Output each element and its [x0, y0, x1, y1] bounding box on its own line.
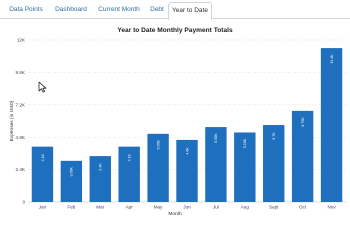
- x-tick-label: Aug: [241, 205, 250, 210]
- bar-data-label: 4.6K: [185, 147, 189, 155]
- x-tick-label: Jun: [183, 205, 191, 210]
- bar-feb[interactable]: [60, 160, 83, 202]
- bar-data-label: 3.05K: [70, 167, 74, 177]
- bar-data-label: 5.05K: [156, 140, 160, 150]
- bar-data-label: 6.75K: [301, 117, 305, 127]
- x-tick-label: Jul: [213, 205, 219, 210]
- y-tick-label: 2.4K: [16, 167, 26, 172]
- x-tick-label: Jan: [39, 205, 47, 210]
- y-tick-label: 12K: [17, 38, 26, 43]
- bar-data-label: 4.1K: [41, 153, 45, 161]
- x-axis-label: Month: [168, 211, 182, 217]
- bar-data-label: 5.55K: [214, 133, 218, 143]
- x-tick-label: Apr: [126, 205, 134, 210]
- y-axis-ticks: 0 2.4K 4.8K 7.2K 9.6K 12K: [16, 38, 26, 205]
- bar-data-label: 5.15K: [243, 138, 247, 148]
- bar-data-label: 3.4K: [99, 163, 103, 171]
- x-tick-label: Oct: [299, 205, 307, 210]
- payment-bar-chart: Year to Date Monthly Payment Totals 0 2.4…: [9, 27, 346, 217]
- bar-data-label: 5.7K: [272, 132, 276, 140]
- y-tick-label: 9.6K: [16, 70, 26, 75]
- bar-data-label: 4.1K: [127, 153, 131, 161]
- chart-title: Year to Date Monthly Payment Totals: [117, 27, 233, 34]
- x-tick-label: May: [154, 205, 163, 210]
- mouse-pointer-icon: [38, 81, 47, 93]
- bar-nov[interactable]: [320, 48, 343, 202]
- y-tick-label: 4.8K: [16, 135, 26, 140]
- x-tick-label: Nov: [327, 205, 336, 210]
- y-tick-label: 7.2K: [16, 102, 26, 107]
- bar-mar[interactable]: [89, 156, 111, 202]
- bars: 4.1K 3.05K 3.4K 4.1K 5.05K 4.6K 5.55K 5.15K 5.7K…: [31, 48, 343, 202]
- x-tick-label: Sept: [269, 205, 279, 210]
- bar-data-label: 11.4K: [330, 54, 334, 64]
- x-axis-ticks: Jan Feb Mar Apr May Jun Jul Aug Sept Oct Nov: [39, 205, 337, 210]
- y-axis-label: Expenses (in USD): [9, 100, 15, 141]
- x-tick-label: Feb: [67, 205, 75, 210]
- x-tick-label: Mar: [96, 205, 104, 210]
- y-tick-label: 0: [22, 200, 25, 205]
